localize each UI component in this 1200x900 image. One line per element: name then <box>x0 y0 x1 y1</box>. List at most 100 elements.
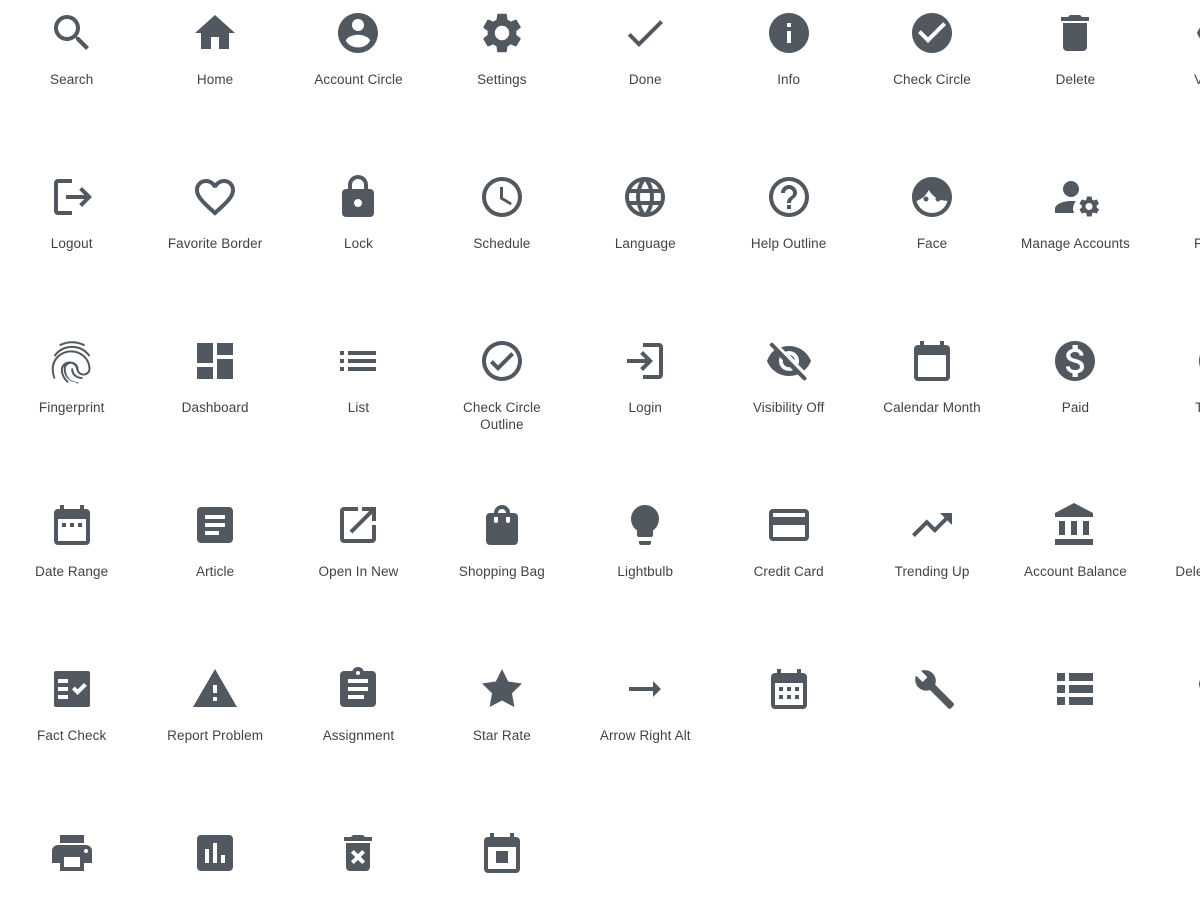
icon-cell-lock[interactable]: Lock <box>287 164 430 328</box>
icon-cell-calendar-month[interactable]: Calendar Month <box>860 328 1003 492</box>
icon-cell-calendar-today[interactable] <box>430 820 573 900</box>
icon-cell-fingerprint[interactable]: Fingerprint <box>0 328 143 492</box>
fact-check-icon[interactable] <box>48 665 96 713</box>
schedule-icon[interactable] <box>478 173 526 221</box>
icon-cell-home[interactable]: Home <box>143 0 286 164</box>
icon-cell-star-rate[interactable]: Star Rate <box>430 656 573 820</box>
manage-accounts-icon[interactable] <box>1051 173 1100 221</box>
build-icon[interactable] <box>908 665 956 713</box>
login-icon[interactable] <box>621 337 669 385</box>
delete-forever-icon[interactable] <box>334 829 382 877</box>
search-icon[interactable] <box>48 9 96 57</box>
delete-outline-icon[interactable] <box>1195 501 1200 549</box>
check-circle-outline-icon[interactable] <box>478 337 526 385</box>
filter-alt-icon[interactable] <box>1195 173 1200 221</box>
icon-cell-lightbulb[interactable]: Lightbulb <box>574 492 717 656</box>
icon-cell-assignment[interactable]: Assignment <box>287 656 430 820</box>
icon-cell-info[interactable]: Info <box>717 0 860 164</box>
icon-cell-fact-check[interactable]: Fact Check <box>0 656 143 820</box>
dashboard-icon[interactable] <box>191 337 239 385</box>
calendar-today-icon[interactable] <box>478 829 526 877</box>
visibility-off-icon[interactable] <box>765 337 813 385</box>
open-in-new-icon[interactable] <box>334 501 382 549</box>
icon-cell-report-problem[interactable]: Report Problem <box>143 656 286 820</box>
icon-cell-account-balance[interactable]: Account Balance <box>1004 492 1147 656</box>
delete-icon[interactable] <box>1051 9 1099 57</box>
icon-cell-open-in-new[interactable]: Open In New <box>287 492 430 656</box>
icon-cell-calendar-view-month[interactable] <box>717 656 860 820</box>
account-balance-icon[interactable] <box>1051 501 1099 549</box>
check-circle-icon[interactable] <box>908 9 956 57</box>
settings-icon[interactable] <box>478 9 526 57</box>
icon-label: Lightbulb <box>617 564 674 579</box>
language-icon[interactable] <box>621 173 669 221</box>
icon-cell-build[interactable] <box>860 656 1003 820</box>
icon-cell-schedule[interactable]: Schedule <box>430 164 573 328</box>
lightbulb-icon[interactable] <box>621 501 669 549</box>
icon-cell-check-circle-outline[interactable]: Check Circle Outline <box>430 328 573 492</box>
shopping-bag-icon[interactable] <box>478 501 526 549</box>
star-rate-icon[interactable] <box>478 665 526 713</box>
icon-cell-manage-accounts[interactable]: Manage Accounts <box>1004 164 1147 328</box>
icon-cell-login[interactable]: Login <box>574 328 717 492</box>
done-icon[interactable] <box>621 9 669 57</box>
paid-icon[interactable] <box>1051 337 1099 385</box>
icon-cell-credit-card[interactable]: Credit Card <box>717 492 860 656</box>
icon-label: Credit Card <box>753 564 824 579</box>
icon-cell-favorite-border[interactable]: Favorite Border <box>143 164 286 328</box>
icon-cell-paid[interactable]: Paid <box>1004 328 1147 492</box>
calendar-view-month-icon[interactable] <box>765 665 813 713</box>
icon-cell-settings[interactable]: Settings <box>430 0 573 164</box>
visibility-icon[interactable] <box>1195 9 1200 57</box>
home-icon[interactable] <box>191 9 239 57</box>
trending-up-icon[interactable] <box>908 501 956 549</box>
logout-icon[interactable] <box>48 173 96 221</box>
icon-cell-date-range[interactable]: Date Range <box>0 492 143 656</box>
info-icon[interactable] <box>765 9 813 57</box>
icon-cell-shopping-bag[interactable]: Shopping Bag <box>430 492 573 656</box>
icon-cell-logout[interactable]: Logout <box>0 164 143 328</box>
icon-cell-account-circle[interactable]: Account Circle <box>287 0 430 164</box>
assessment-icon[interactable] <box>191 829 239 877</box>
icon-cell-print[interactable] <box>0 820 143 900</box>
icon-cell-storefront[interactable] <box>1147 656 1200 820</box>
icon-cell-delete-forever[interactable] <box>287 820 430 900</box>
credit-card-icon[interactable] <box>765 501 813 549</box>
report-problem-icon[interactable] <box>191 665 239 713</box>
icon-cell-visibility[interactable]: Visibility <box>1147 0 1200 164</box>
table-rows-icon[interactable] <box>1051 665 1099 713</box>
icon-cell-assessment[interactable] <box>143 820 286 900</box>
icon-cell-visibility-off[interactable]: Visibility Off <box>717 328 860 492</box>
account-circle-icon[interactable] <box>334 9 382 57</box>
icon-cell-arrow-right-alt[interactable]: Arrow Right Alt <box>574 656 717 820</box>
face-icon[interactable] <box>908 173 956 221</box>
icon-cell-face[interactable]: Face <box>860 164 1003 328</box>
help-outline-icon[interactable] <box>765 173 813 221</box>
icon-cell-delete-outline[interactable]: Delete Outline <box>1147 492 1200 656</box>
icon-cell-table-rows[interactable] <box>1004 656 1147 820</box>
icon-cell-check-circle[interactable]: Check Circle <box>860 0 1003 164</box>
icon-cell-done[interactable]: Done <box>574 0 717 164</box>
icon-cell-task-alt[interactable]: Task Alt <box>1147 328 1200 492</box>
fingerprint-icon[interactable] <box>48 337 96 385</box>
article-icon[interactable] <box>191 501 239 549</box>
list-icon[interactable] <box>334 337 382 385</box>
icon-cell-article[interactable]: Article <box>143 492 286 656</box>
task-alt-icon[interactable] <box>1195 337 1200 385</box>
icon-cell-language[interactable]: Language <box>574 164 717 328</box>
calendar-month-icon[interactable] <box>908 337 956 385</box>
date-range-icon[interactable] <box>48 501 96 549</box>
print-icon[interactable] <box>48 829 96 877</box>
icon-cell-search[interactable]: Search <box>0 0 143 164</box>
lock-icon[interactable] <box>334 173 382 221</box>
assignment-icon[interactable] <box>334 665 382 713</box>
icon-cell-delete[interactable]: Delete <box>1004 0 1147 164</box>
icon-cell-help-outline[interactable]: Help Outline <box>717 164 860 328</box>
storefront-icon[interactable] <box>1195 665 1200 713</box>
arrow-right-alt-icon[interactable] <box>621 665 669 713</box>
icon-cell-list[interactable]: List <box>287 328 430 492</box>
icon-cell-dashboard[interactable]: Dashboard <box>143 328 286 492</box>
icon-cell-filter-alt[interactable]: Filter Alt <box>1147 164 1200 328</box>
favorite-border-icon[interactable] <box>191 173 239 221</box>
icon-cell-trending-up[interactable]: Trending Up <box>860 492 1003 656</box>
